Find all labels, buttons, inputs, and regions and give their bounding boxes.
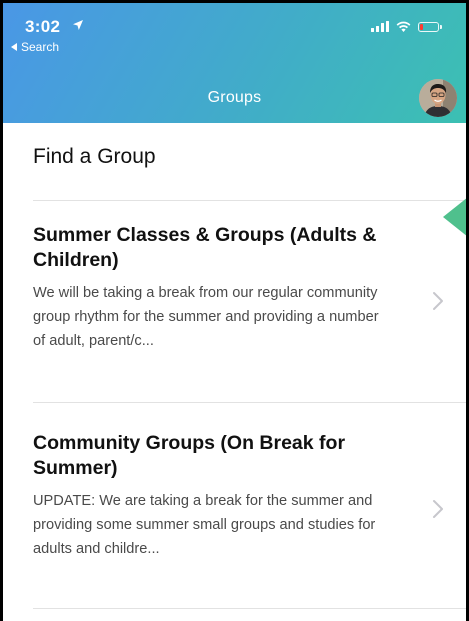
- profile-photo: [419, 79, 457, 117]
- phone-screen: 3:02 Search Groups Find a Group Summer C…: [0, 0, 469, 621]
- back-arrow-icon: [11, 43, 17, 51]
- chevron-right-icon: [433, 292, 443, 310]
- group-title: Summer Classes & Groups (Adults & Childr…: [33, 224, 377, 271]
- back-label: Search: [21, 40, 60, 54]
- group-description: We will be taking a break from our regul…: [33, 285, 379, 349]
- annotation-pointer-arrow: [443, 193, 466, 241]
- divider: [33, 402, 466, 403]
- location-arrow-icon: [73, 20, 83, 30]
- app-header: 3:02 Search Groups: [3, 3, 466, 123]
- battery-level: [420, 23, 423, 30]
- group-list-item[interactable]: Community Groups (On Break for Summer) U…: [33, 431, 443, 561]
- status-indicators: [371, 21, 442, 32]
- battery-icon: [418, 21, 442, 32]
- group-list-item[interactable]: Summer Classes & Groups (Adults & Childr…: [33, 223, 443, 353]
- divider: [33, 200, 466, 201]
- back-to-search-button[interactable]: Search: [11, 40, 59, 54]
- wifi-icon: [396, 21, 411, 32]
- cellular-signal-icon: [371, 21, 389, 32]
- page-title: Groups: [207, 89, 262, 106]
- divider: [33, 608, 466, 609]
- group-title: Community Groups (On Break for Summer): [33, 432, 346, 479]
- avatar[interactable]: [419, 79, 457, 117]
- chevron-right-icon: [433, 500, 443, 518]
- section-heading: Find a Group: [33, 145, 156, 168]
- status-time: 3:02: [25, 17, 61, 36]
- group-description: UPDATE: We are taking a break for the su…: [33, 493, 376, 557]
